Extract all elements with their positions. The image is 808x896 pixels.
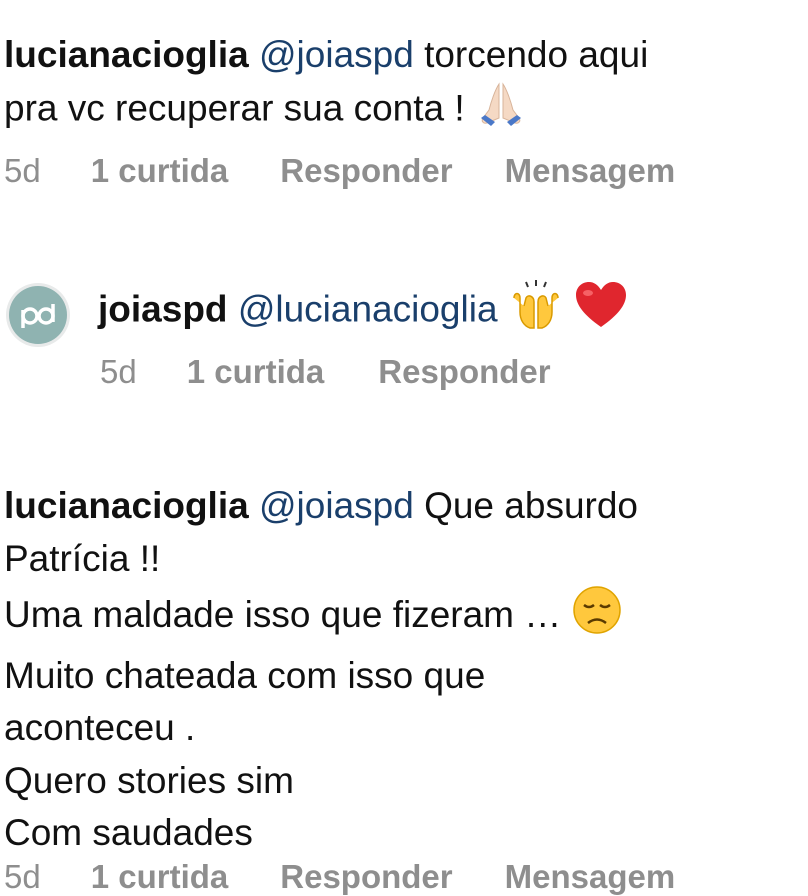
comment-1-meta: 5d 1 curtida Responder Mensagem [4, 152, 675, 190]
comment-2-text: joiaspd @lucianacioglia [98, 280, 800, 343]
comment-1-text-line1: torcendo aqui [424, 34, 649, 75]
comment-3-time: 5d [4, 858, 41, 895]
comment-3-text-line1: Que absurdo [424, 485, 639, 526]
comment-3-likes-link[interactable]: 1 curtida [91, 858, 229, 896]
comment-3-text-line7: Com saudades [4, 812, 253, 853]
disappointed-face-icon [572, 585, 622, 650]
comment-2-time: 5d [100, 353, 137, 390]
comment-3-text-line6: Quero stories sim [4, 759, 294, 801]
comment-1: lucianacioglia @joiaspd torcendo aqui pr… [4, 30, 800, 141]
comment-3-username[interactable]: lucianacioglia [4, 485, 249, 526]
comment-1-reply-button[interactable]: Responder [280, 152, 452, 190]
comment-1-text: lucianacioglia @joiaspd torcendo aqui pr… [4, 30, 800, 141]
red-heart-icon [574, 281, 628, 342]
comment-3-text-line2: Patrícia !! [4, 537, 161, 579]
comment-3-reply-button[interactable]: Responder [280, 858, 452, 896]
raising-hands-icon [508, 280, 564, 343]
comment-1-time: 5d [4, 152, 41, 189]
comment-2-mention[interactable]: @lucianacioglia [238, 288, 498, 329]
joiaspd-logo-icon [9, 286, 67, 344]
comment-3-text-line5: aconteceu . [4, 707, 196, 748]
comment-2-reply-button[interactable]: Responder [378, 353, 550, 391]
comment-2-username[interactable]: joiaspd [98, 288, 228, 329]
comment-2: joiaspd @lucianacioglia [98, 280, 800, 343]
comment-3-text: lucianacioglia @joiaspd Que absurdo Patr… [4, 480, 800, 860]
comment-3-mention[interactable]: @joiaspd [259, 485, 414, 526]
comment-3-meta: 5d 1 curtida Responder Mensagem [4, 858, 675, 896]
comment-1-likes-link[interactable]: 1 curtida [91, 152, 229, 190]
avatar[interactable] [6, 283, 70, 347]
comment-1-mention[interactable]: @joiaspd [259, 34, 414, 75]
comment-3-text-line3: Uma maldade isso que fizeram … [4, 594, 562, 636]
comment-1-username[interactable]: lucianacioglia [4, 34, 249, 75]
comment-3: lucianacioglia @joiaspd Que absurdo Patr… [4, 480, 800, 860]
comment-2-likes-link[interactable]: 1 curtida [187, 353, 325, 391]
comment-3-message-button[interactable]: Mensagem [505, 858, 676, 896]
comment-3-text-line4: Muito chateada com isso que [4, 654, 486, 696]
folded-hands-icon [475, 80, 527, 141]
comment-1-text-line2: pra vc recuperar sua conta ! [4, 87, 465, 129]
comment-2-meta: 5d 1 curtida Responder [100, 353, 551, 391]
comment-1-message-button[interactable]: Mensagem [505, 152, 676, 190]
